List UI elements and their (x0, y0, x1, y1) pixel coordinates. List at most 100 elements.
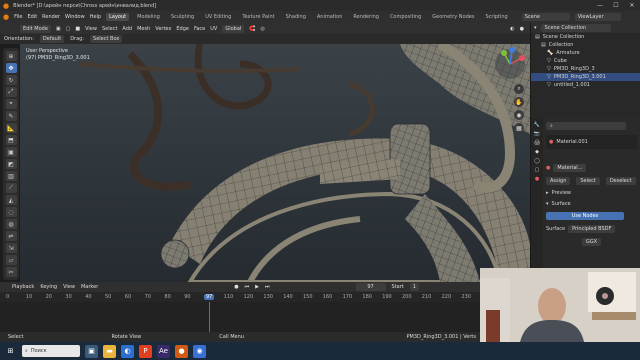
edge-slide-icon[interactable]: ⇌ (5, 231, 17, 241)
after-effects-icon[interactable]: Ae (157, 344, 170, 358)
output-tab-icon[interactable]: 🖨 (534, 140, 540, 146)
extrude-icon[interactable]: ⬒ (5, 135, 17, 145)
move-icon[interactable]: ✥ (5, 63, 17, 73)
material-slot-list[interactable]: ● Material.001 (546, 135, 637, 149)
select-mode-face-icon[interactable]: ■ (75, 26, 80, 32)
jump-end-icon[interactable]: ⏭ (265, 284, 270, 290)
tab-modeling[interactable]: Modeling (134, 13, 163, 21)
scene-tab-icon[interactable]: ◆ (535, 149, 539, 155)
preview-panel[interactable]: ▸ Preview (546, 190, 637, 196)
menu-uv[interactable]: UV (210, 26, 217, 32)
blender-app-icon[interactable]: ● (175, 344, 188, 358)
deselect-button[interactable]: Deselect (605, 177, 636, 185)
render-tab-icon[interactable]: 📷 (534, 131, 540, 137)
annotate-icon[interactable]: ✎ (5, 111, 17, 121)
view-layer-selector[interactable]: ViewLayer (574, 13, 621, 21)
jump-start-icon[interactable]: ⏮ (245, 284, 250, 290)
taskbar-search[interactable]: ⌕ Поиск (22, 345, 80, 357)
distribution-dropdown[interactable]: GGX (581, 238, 602, 246)
tab-texture-paint[interactable]: Texture Paint (239, 13, 277, 21)
outliner-row[interactable]: ▤ Collection (531, 41, 640, 49)
record-icon[interactable]: ● (234, 284, 238, 290)
chrome-icon[interactable]: ◉ (193, 344, 206, 358)
cursor-icon[interactable]: ⊕ (5, 51, 17, 61)
scene-selector[interactable]: Scene (521, 13, 570, 21)
material-datablock[interactable]: ● Material... (546, 164, 637, 172)
browser-icon[interactable]: ◐ (121, 344, 134, 358)
use-nodes-button[interactable]: Use Nodes (546, 212, 624, 220)
menu-face[interactable]: Face (194, 26, 205, 32)
loopcut-icon[interactable]: ▥ (5, 171, 17, 181)
navigation-gizmo[interactable] (492, 46, 528, 82)
outliner-row[interactable]: ▽ untitled_1.001 (531, 81, 640, 89)
windows-start-icon[interactable]: ⊞ (4, 345, 17, 358)
current-frame-field[interactable]: 97 (355, 283, 386, 291)
menu-view-timeline[interactable]: View (63, 284, 75, 290)
maximize-icon[interactable]: ☐ (608, 0, 624, 11)
filter-icon[interactable]: ▾ (534, 25, 537, 31)
file-explorer-icon[interactable]: ▬ (103, 344, 116, 358)
menu-window[interactable]: Window (65, 14, 85, 20)
camera-icon[interactable]: ◉ (514, 110, 524, 120)
orientation-dropdown[interactable]: Default (39, 35, 65, 43)
material-name-field[interactable]: Material... (553, 164, 587, 172)
minimize-icon[interactable]: — (592, 0, 608, 11)
drag-dropdown[interactable]: Select Box (90, 35, 123, 43)
rip-icon[interactable]: ✂ (5, 267, 17, 277)
menu-file[interactable]: File (14, 14, 22, 20)
outliner-row[interactable]: ▽ PM3D_Ring3D_3 (531, 65, 640, 73)
close-icon[interactable]: ✕ (624, 0, 640, 11)
overlay-icon[interactable]: ◐ (510, 26, 514, 32)
blender-menu-icon[interactable]: ● (3, 13, 9, 21)
menu-vertex[interactable]: Vertex (155, 26, 171, 32)
outliner-search-input[interactable]: Scene Collection (540, 24, 611, 32)
bevel-icon[interactable]: ◩ (5, 159, 17, 169)
menu-mesh[interactable]: Mesh (137, 26, 150, 32)
menu-playback[interactable]: Playback (12, 284, 34, 290)
tab-compositing[interactable]: Compositing (387, 13, 424, 21)
select-mode-edge-icon[interactable]: ▢ (66, 26, 71, 32)
snap-icon[interactable]: 🧲 (249, 26, 255, 32)
proportional-edit-icon[interactable]: ◎ (261, 26, 265, 32)
spin-icon[interactable]: ◌ (5, 207, 17, 217)
shear-icon[interactable]: ▱ (5, 255, 17, 265)
transform-icon[interactable]: ⌖ (5, 99, 17, 109)
tab-scripting[interactable]: Scripting (482, 13, 510, 21)
inset-icon[interactable]: ▣ (5, 147, 17, 157)
smooth-icon[interactable]: ◍ (5, 219, 17, 229)
scale-icon[interactable]: ⤢ (5, 87, 17, 97)
menu-add[interactable]: Add (122, 26, 132, 32)
menu-edit[interactable]: Edit (27, 14, 37, 20)
tab-rendering[interactable]: Rendering (350, 13, 382, 21)
shrink-icon[interactable]: ⇲ (5, 243, 17, 253)
timeline-body[interactable] (0, 302, 480, 332)
task-view-icon[interactable]: ▣ (85, 344, 98, 358)
3d-viewport[interactable] (20, 44, 530, 282)
tab-geometry-nodes[interactable]: Geometry Nodes (429, 13, 477, 21)
menu-select[interactable]: Select (102, 26, 117, 32)
menu-view[interactable]: View (85, 26, 97, 32)
polybuild-icon[interactable]: ◭ (5, 195, 17, 205)
start-frame-field[interactable]: 1 (409, 283, 419, 291)
tab-layout[interactable]: Layout (106, 13, 130, 21)
material-tab-icon[interactable]: ● (535, 176, 539, 182)
menu-help[interactable]: Help (90, 14, 101, 20)
tab-animation[interactable]: Animation (314, 13, 346, 21)
zoom-icon[interactable]: ⌕ (514, 84, 524, 94)
shading-icon[interactable]: ● (520, 26, 524, 32)
tool-tab-icon[interactable]: 🔧 (534, 122, 540, 128)
timeline-ruler[interactable]: 0 10 20 30 40 50 60 70 80 90 97 110 120 130 140 150 160 1… (0, 292, 480, 302)
select-mode-vertex-icon[interactable]: ▣ (56, 26, 61, 32)
play-icon[interactable]: ▶ (255, 284, 259, 290)
measure-icon[interactable]: 📐 (5, 123, 17, 133)
assign-button[interactable]: Assign (546, 177, 571, 185)
tab-shading[interactable]: Shading (283, 13, 309, 21)
outliner-row-selected[interactable]: ▽ PM3D_Ring3D_3.001 (531, 73, 640, 81)
shader-dropdown[interactable]: Principled BSDF (568, 225, 616, 233)
outliner-row[interactable]: 🦴 Armature (531, 49, 640, 57)
world-tab-icon[interactable]: ◯ (534, 158, 540, 164)
select-button[interactable]: Select (576, 177, 600, 185)
surface-panel[interactable]: ▾ Surface (546, 201, 637, 207)
menu-marker[interactable]: Marker (81, 284, 98, 290)
knife-icon[interactable]: ⟋ (5, 183, 17, 193)
